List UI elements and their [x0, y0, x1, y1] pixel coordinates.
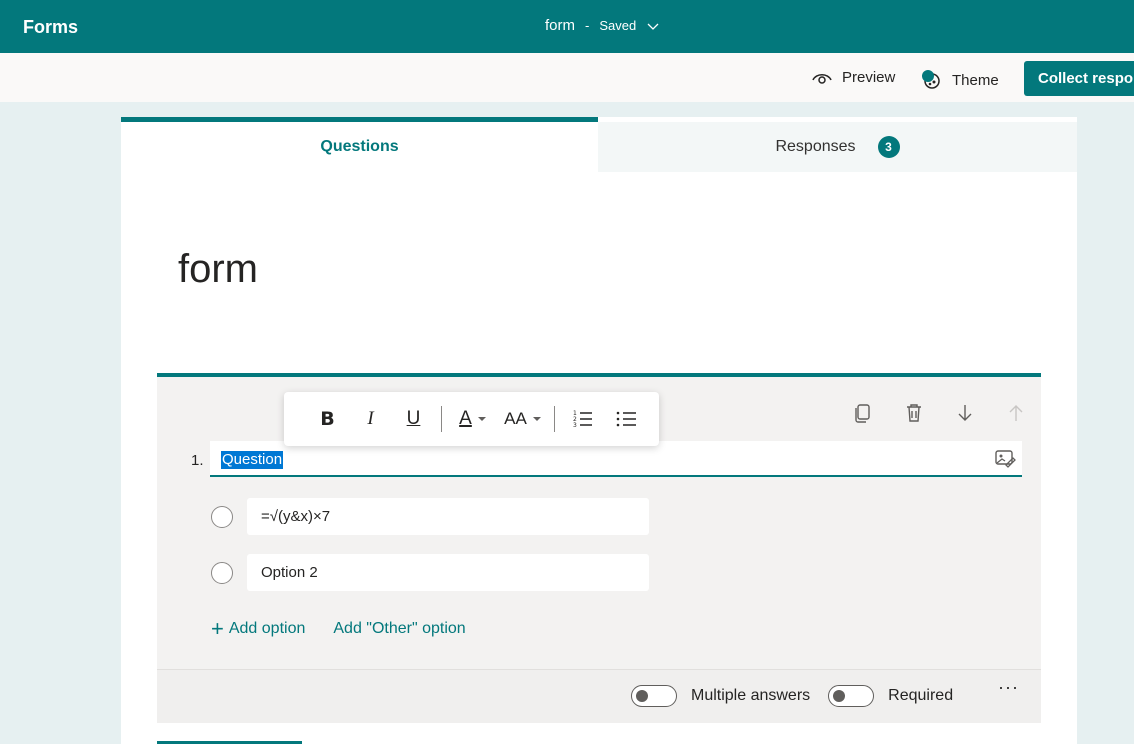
tab-responses[interactable]: Responses 3 — [598, 122, 1077, 172]
option-radio[interactable] — [211, 505, 233, 528]
responses-count-badge: 3 — [877, 136, 900, 158]
question-footer: Multiple answers Required ··· — [157, 669, 1041, 723]
app-name[interactable]: Forms — [23, 17, 78, 38]
tab-questions-label: Questions — [320, 138, 399, 155]
option-row: =√(y&x)×7 — [211, 498, 649, 535]
trash-icon — [906, 404, 921, 422]
question-title-input[interactable]: Question — [210, 441, 1022, 477]
insert-media-icon[interactable] — [994, 448, 1016, 468]
option-row: Option 2 — [211, 554, 649, 591]
multiple-answers-toggle[interactable] — [631, 685, 677, 707]
form-name: form — [545, 17, 575, 34]
title-separator: - — [585, 18, 590, 33]
numbered-list-button[interactable]: 123 — [561, 403, 604, 435]
collect-responses-button[interactable]: Collect responses — [1024, 61, 1134, 96]
font-color-button[interactable]: A — [448, 403, 498, 435]
delete-question-button[interactable] — [888, 399, 939, 427]
add-other-option-button[interactable]: Add "Other" option — [333, 620, 465, 638]
caret-down-icon — [477, 417, 486, 421]
toolbar-divider — [441, 406, 442, 432]
top-bar: Forms form - Saved — [0, 0, 1134, 53]
font-color-icon: A — [459, 408, 472, 429]
required-label: Required — [888, 687, 954, 704]
underline-button[interactable]: U — [392, 403, 435, 435]
bulleted-list-button[interactable] — [604, 403, 647, 435]
bold-button[interactable]: B — [306, 403, 349, 435]
question-title-text: Question — [221, 451, 284, 469]
theme-label: Theme — [952, 71, 999, 89]
preview-button[interactable]: Preview — [812, 69, 895, 86]
font-size-icon: AA — [504, 409, 527, 428]
copy-question-button[interactable] — [837, 399, 888, 427]
option-input[interactable]: =√(y&x)×7 — [247, 498, 649, 535]
toolbar-divider — [554, 406, 555, 432]
question-actions — [837, 399, 1041, 427]
font-size-button[interactable]: AA — [498, 403, 548, 435]
required-toggle[interactable] — [828, 685, 875, 707]
italic-button[interactable]: I — [349, 403, 392, 435]
plus-icon: + — [211, 616, 224, 641]
option-input[interactable]: Option 2 — [247, 554, 649, 591]
command-bar: Preview Theme — [0, 53, 1134, 102]
move-down-button[interactable] — [939, 399, 990, 427]
format-toolbar: B I U A AA 123 — [284, 392, 659, 446]
move-up-button[interactable] — [990, 399, 1041, 427]
option-radio[interactable] — [211, 561, 233, 584]
arrow-down-icon — [958, 405, 971, 421]
numbered-list-icon: 123 — [573, 410, 592, 429]
bulleted-list-icon — [616, 411, 636, 427]
preview-label: Preview — [842, 69, 896, 86]
question-settings: Multiple answers Required — [631, 685, 971, 707]
caret-down-icon — [532, 417, 541, 421]
tab-responses-label: Responses — [775, 138, 856, 155]
add-option-button[interactable]: Add option — [229, 620, 306, 638]
question-number: 1. — [191, 452, 204, 469]
tab-questions[interactable]: Questions — [121, 117, 598, 172]
eye-icon — [812, 73, 832, 84]
copy-icon — [854, 404, 870, 423]
svg-text:3: 3 — [573, 422, 577, 429]
theme-button[interactable]: Theme — [920, 69, 999, 91]
save-status: Saved — [599, 18, 637, 33]
multiple-answers-label: Multiple answers — [691, 687, 811, 704]
add-option-row: + Add option Add "Other" option — [211, 618, 466, 640]
more-options-button[interactable]: ··· — [998, 677, 1019, 698]
form-title[interactable]: form — [178, 247, 258, 292]
chevron-down-icon[interactable] — [646, 19, 660, 33]
form-title-header[interactable]: form - Saved — [545, 17, 660, 34]
theme-palette-icon — [922, 70, 940, 89]
arrow-up-icon — [1009, 405, 1022, 421]
